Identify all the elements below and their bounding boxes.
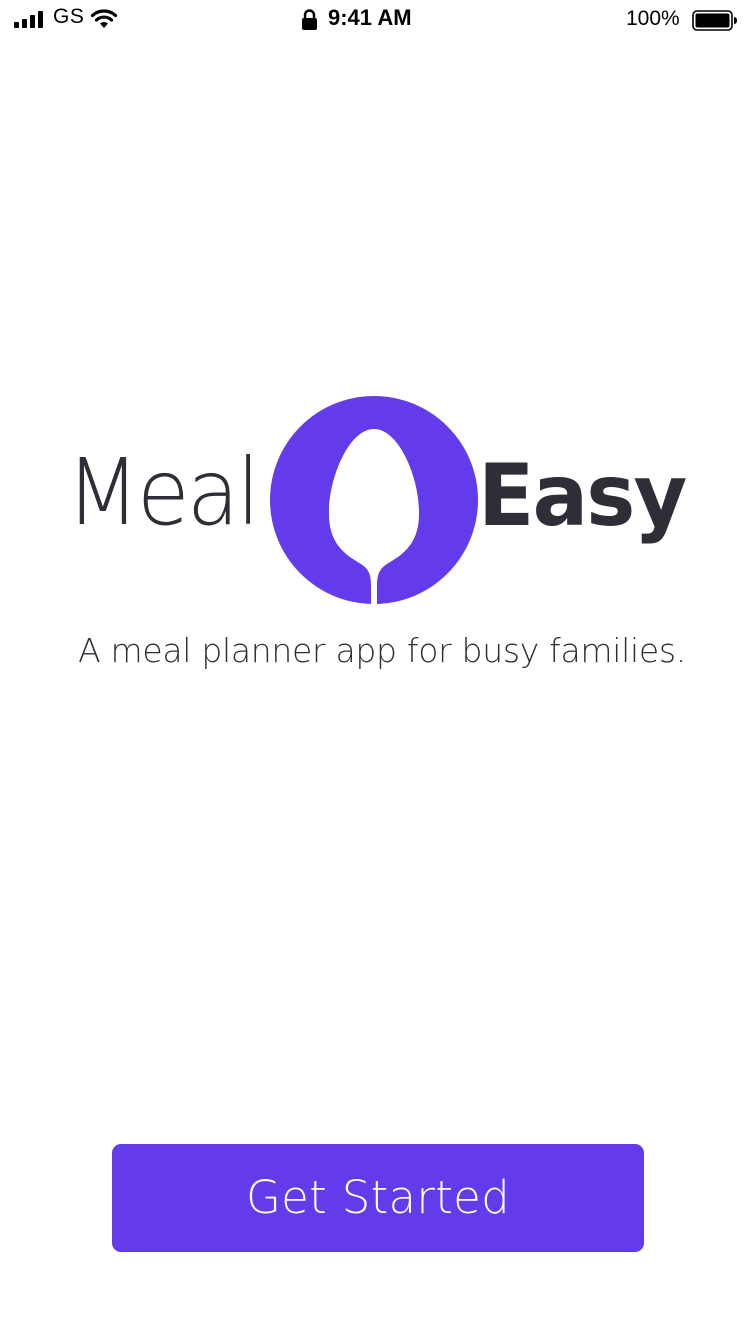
signal-bars-icon <box>14 11 43 28</box>
tagline: A meal planner app for busy families. <box>78 631 686 670</box>
clock: 9:41 AM <box>328 5 412 30</box>
logo-word-meal: Meal <box>66 439 260 546</box>
get-started-button[interactable]: Get Started <box>112 1144 644 1252</box>
spoon-icon <box>270 396 478 604</box>
status-bar: GS 9:41 AM 100% <box>0 0 750 40</box>
carrier-name: GS <box>53 5 85 28</box>
logo-word-easy: Easy <box>478 446 687 546</box>
battery-percent: 100% <box>626 7 680 30</box>
lock-icon <box>302 9 317 30</box>
battery-icon <box>692 10 737 31</box>
wifi-icon <box>90 9 118 28</box>
